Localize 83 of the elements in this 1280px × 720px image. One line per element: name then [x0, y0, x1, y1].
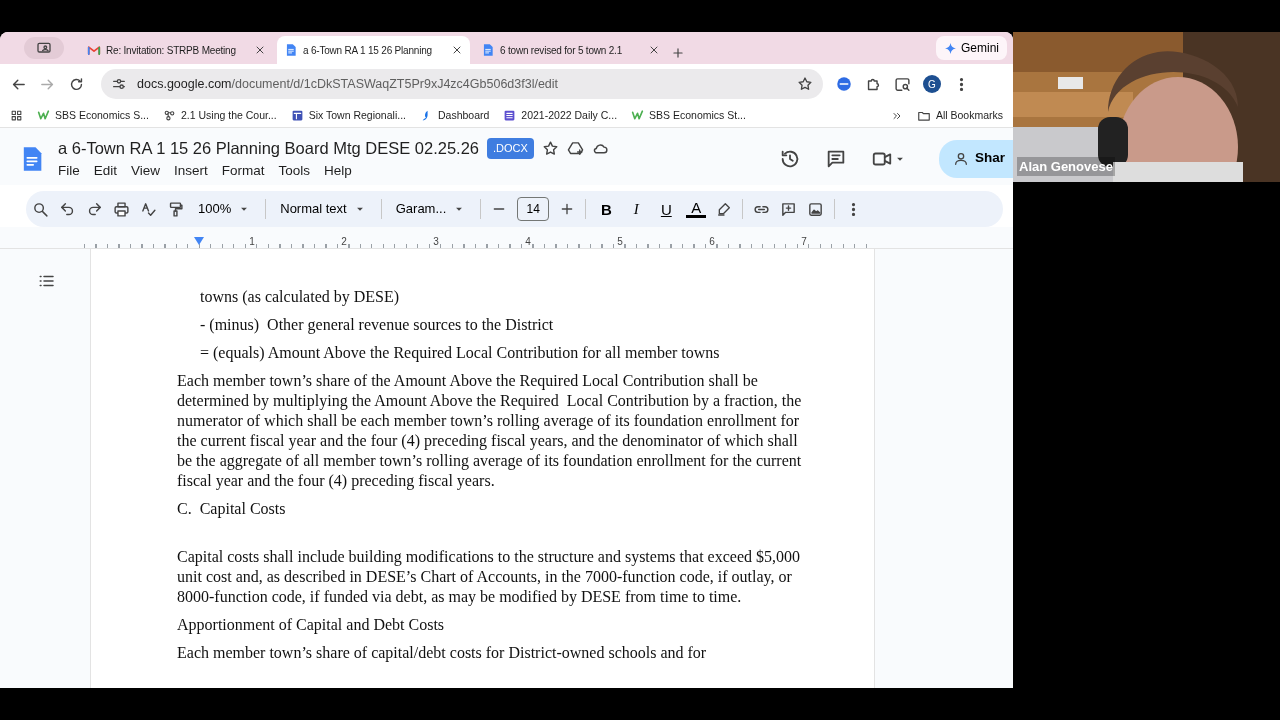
list-icon	[503, 109, 517, 122]
star-icon[interactable]	[541, 139, 559, 157]
ruler-number: 5	[616, 234, 624, 249]
drive-icon[interactable]	[566, 139, 584, 157]
browser-tab[interactable]: Re: Invitation: STRPB Meeting	[80, 36, 273, 64]
share-button[interactable]: Shar	[939, 139, 1013, 178]
bookmark[interactable]: SBS Economics S...	[37, 107, 149, 124]
zoom-dropdown[interactable]: 100%	[194, 199, 256, 219]
site-info-icon	[111, 76, 127, 92]
paragraph: - (minus) Other general revenue sources to the District	[199, 315, 555, 335]
sparkle-icon	[944, 41, 957, 55]
redo-icon[interactable]	[86, 200, 103, 218]
profile-avatar[interactable]: G	[923, 75, 941, 93]
bookmark[interactable]: Dashboard	[419, 107, 490, 124]
font-dropdown[interactable]: Garam...	[391, 199, 471, 219]
add-comment-icon[interactable]	[780, 200, 798, 218]
menu-item[interactable]: Format	[214, 160, 272, 181]
w-logo-icon	[37, 109, 50, 122]
underline-button[interactable]: U	[656, 201, 677, 217]
board-icon	[290, 109, 304, 122]
menu-item[interactable]: Tools	[271, 160, 318, 181]
paragraph: Each member town’s share of capital/debt costs for District-owned schools and for	[177, 643, 708, 663]
bookmark[interactable]: 2021-2022 Daily C...	[503, 107, 618, 124]
w-logo-icon	[631, 109, 645, 122]
close-icon[interactable]	[254, 44, 266, 56]
paragraph: = (equals) Amount Above the Required Local Contribution for all member towns	[199, 343, 721, 363]
paint-format-icon[interactable]	[167, 200, 184, 218]
new-tab-button[interactable]	[671, 46, 685, 60]
file-type-badge: .DOCX	[487, 138, 534, 159]
italic-button[interactable]: I	[626, 201, 647, 217]
undo-icon[interactable]	[59, 200, 76, 218]
style-dropdown[interactable]: Normal text	[276, 199, 371, 219]
nodes-icon	[162, 109, 176, 122]
menu-item[interactable]: Edit	[86, 160, 125, 181]
font-size-field[interactable]: 14	[517, 197, 550, 221]
star-icon[interactable]	[797, 76, 813, 92]
print-icon[interactable]	[113, 200, 130, 218]
screen-share-button[interactable]	[24, 37, 64, 59]
plus-icon	[671, 46, 685, 60]
ruler-number: 7	[800, 234, 808, 249]
menu-item[interactable]: File	[58, 160, 87, 181]
search-icon[interactable]	[32, 200, 49, 218]
gemini-button[interactable]: Gemini	[936, 36, 1007, 60]
paragraph: Apportionment of Capital and Debt Costs	[177, 615, 446, 635]
screen-icon	[36, 40, 52, 56]
close-icon[interactable]	[451, 44, 463, 56]
address-bar[interactable]: docs.google.com/document/d/1cDkSTASWaqZT5Pr9xJ4zc4Gb506d3f3l/edit	[101, 69, 823, 99]
ruler-number: 3	[432, 234, 440, 249]
spellcheck-icon[interactable]	[140, 200, 157, 218]
apps-icon[interactable]	[10, 109, 23, 122]
section-heading: C. Capital Costs	[177, 499, 287, 519]
bookmark[interactable]: SBS Economics St...	[631, 107, 746, 124]
all-bookmarks-button[interactable]: All Bookmarks	[916, 107, 1003, 124]
image-icon[interactable]	[807, 200, 825, 218]
paragraph: towns (as calculated by DESE)	[199, 287, 401, 307]
extension-icon[interactable]	[835, 75, 853, 93]
person-icon	[953, 150, 969, 167]
highlighter-icon[interactable]	[716, 201, 733, 217]
tab-search-icon[interactable]	[894, 75, 911, 93]
ruler-number: 2	[340, 234, 348, 249]
browser-tab[interactable]: a 6-Town RA 1 15 26 Planning	[277, 36, 470, 64]
paragraph: Capital costs shall include building modifications to the structure and systems that exceed $5,000 unit cost and, as described in DESE’s Chart of Accounts, in the 7000-function code, if outlay, or 8000-function code, if funded via debt, as may be modified by DESE from time to time.	[177, 547, 801, 607]
participant-name: Alan Genovese	[1017, 156, 1115, 176]
ruler-number: 4	[524, 234, 532, 249]
indent-marker[interactable]	[194, 237, 204, 245]
menu-item[interactable]: View	[124, 160, 168, 181]
bookmark[interactable]: Six Town Regionali...	[290, 107, 406, 124]
url-text: docs.google.com/document/d/1cDkSTASWaqZT5Pr9xJ4zc4Gb506d3f3l/edit	[137, 75, 559, 93]
docs-icon	[284, 43, 298, 57]
bold-button[interactable]: B	[596, 201, 617, 217]
ruler-number: 6	[708, 234, 716, 249]
menu-item[interactable]: Help	[317, 160, 359, 181]
browser-tab[interactable]: 6 town revised for 5 town 2.1	[474, 36, 667, 64]
close-icon[interactable]	[648, 44, 660, 56]
paragraph: Each member town’s share of the Amount Above the Required Local Contribution shall be determined by multiplying the Amount Above the Required Local Contribution by a fraction, the numerator of which shall be each member town’s rolling average of its foundation enrollment for the current fiscal year and the four (4) preceding fiscal years, and the denominator of which shall be the aggregate of all member town’s rolling average of its foundation enrollment for the current fiscal year and the four (4) preceding fiscal years.	[177, 371, 803, 491]
docs-icon	[481, 43, 495, 57]
gmail-icon	[87, 43, 101, 57]
text-color-button[interactable]: A	[686, 200, 707, 218]
menu-item[interactable]: Insert	[167, 160, 215, 181]
document-title[interactable]: a 6-Town RA 1 15 26 Planning Board Mtg DESE 02.25.26	[58, 136, 480, 161]
bookmark[interactable]: 2.1 Using the Cour...	[162, 107, 277, 124]
reload-icon[interactable]	[68, 75, 85, 93]
ruler-number: 1	[248, 234, 256, 249]
